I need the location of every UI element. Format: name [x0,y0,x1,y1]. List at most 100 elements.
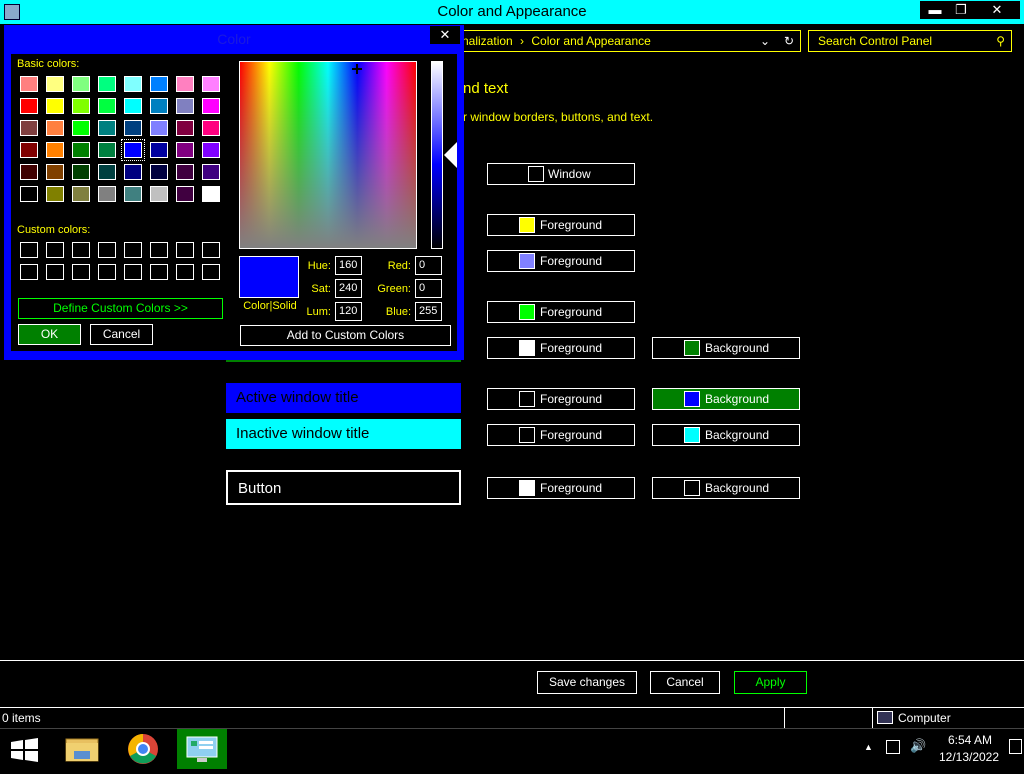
basic-color-swatch[interactable] [202,142,220,158]
clock-date[interactable]: 12/13/2022 [938,750,1000,764]
basic-color-swatch[interactable] [98,98,116,114]
notification-icon[interactable] [1009,739,1022,754]
basic-color-swatch[interactable] [72,142,90,158]
basic-color-swatch[interactable] [20,120,38,136]
basic-color-swatch[interactable] [176,186,194,202]
custom-color-swatch[interactable] [150,264,168,280]
foreground-button-3[interactable]: Foreground [487,301,635,323]
basic-color-swatch[interactable] [150,76,168,92]
basic-color-swatch[interactable] [98,164,116,180]
basic-color-swatch[interactable] [20,98,38,114]
color-spectrum[interactable] [239,61,417,249]
custom-color-swatch[interactable] [202,264,220,280]
active-foreground-button[interactable]: Foreground [487,388,635,410]
basic-color-swatch[interactable] [72,76,90,92]
basic-color-swatch[interactable] [46,76,64,92]
background-button-4[interactable]: Background [652,337,800,359]
custom-color-swatch[interactable] [20,264,38,280]
basic-color-swatch[interactable] [20,76,38,92]
breadcrumb-color-appearance[interactable]: Color and Appearance [531,34,650,48]
basic-color-swatch[interactable] [202,186,220,202]
basic-color-swatch[interactable] [150,120,168,136]
search-icon[interactable]: ⚲ [996,31,1005,51]
inactive-background-button[interactable]: Background [652,424,800,446]
maximize-button[interactable]: ❐ [946,1,976,19]
inactive-window-title-item[interactable]: Inactive window title [226,419,461,449]
basic-color-swatch[interactable] [176,142,194,158]
basic-color-swatch[interactable] [98,186,116,202]
custom-color-swatch[interactable] [150,242,168,258]
button-background-button[interactable]: Background [652,477,800,499]
basic-color-swatch[interactable] [124,98,142,114]
basic-color-swatch[interactable] [202,76,220,92]
tray-expand-icon[interactable]: ▲ [864,742,873,752]
ok-button[interactable]: OK [18,324,81,345]
dialog-cancel-button[interactable]: Cancel [90,324,153,345]
lum-input[interactable]: 120 [335,302,362,321]
basic-color-swatch[interactable] [98,76,116,92]
basic-color-swatch[interactable] [121,139,145,161]
start-button[interactable] [0,729,50,769]
file-explorer-button[interactable] [58,729,108,769]
basic-color-swatch[interactable] [150,98,168,114]
blue-input[interactable]: 255 [415,302,442,321]
custom-color-swatch[interactable] [124,242,142,258]
search-input[interactable]: Search Control Panel ⚲ [808,30,1012,52]
sat-input[interactable]: 240 [335,279,362,298]
basic-color-swatch[interactable] [72,164,90,180]
basic-color-swatch[interactable] [150,142,168,158]
custom-color-swatch[interactable] [176,264,194,280]
volume-icon[interactable]: 🔊 [910,738,926,754]
save-changes-button[interactable]: Save changes [537,671,637,694]
luminosity-slider[interactable] [431,61,443,249]
add-to-custom-colors-button[interactable]: Add to Custom Colors [240,325,451,346]
button-item[interactable]: Button [226,470,461,505]
breadcrumb-personalization[interactable]: nalization [462,34,513,48]
hue-input[interactable]: 160 [335,256,362,275]
basic-color-swatch[interactable] [98,120,116,136]
basic-color-swatch[interactable] [150,164,168,180]
basic-color-swatch[interactable] [98,142,116,158]
cancel-button[interactable]: Cancel [650,671,720,694]
foreground-button-1[interactable]: Foreground [487,214,635,236]
basic-color-swatch[interactable] [202,120,220,136]
basic-color-swatch[interactable] [72,120,90,136]
custom-color-swatch[interactable] [98,264,116,280]
close-button[interactable]: ✕ [974,1,1020,19]
basic-color-swatch[interactable] [46,120,64,136]
custom-color-swatch[interactable] [20,242,38,258]
basic-color-swatch[interactable] [72,186,90,202]
basic-color-swatch[interactable] [46,142,64,158]
control-panel-button[interactable] [177,729,227,769]
basic-color-swatch[interactable] [46,98,64,114]
red-input[interactable]: 0 [415,256,442,275]
basic-color-swatch[interactable] [150,186,168,202]
basic-color-swatch[interactable] [176,98,194,114]
custom-color-swatch[interactable] [72,242,90,258]
custom-color-swatch[interactable] [46,264,64,280]
inactive-foreground-button[interactable]: Foreground [487,424,635,446]
clock-time[interactable]: 6:54 AM [945,733,995,747]
button-foreground-button[interactable]: Foreground [487,477,635,499]
apply-button[interactable]: Apply [734,671,807,694]
chevron-down-icon[interactable]: ⌄ [760,31,770,51]
basic-color-swatch[interactable] [202,164,220,180]
basic-color-swatch[interactable] [46,164,64,180]
foreground-button-2[interactable]: Foreground [487,250,635,272]
custom-color-swatch[interactable] [202,242,220,258]
color-dialog-close-button[interactable]: ✕ [430,26,460,44]
basic-color-swatch[interactable] [124,120,142,136]
basic-color-swatch[interactable] [176,76,194,92]
basic-color-swatch[interactable] [176,120,194,136]
basic-color-swatch[interactable] [202,98,220,114]
basic-color-swatch[interactable] [20,186,38,202]
basic-color-swatch[interactable] [20,142,38,158]
active-background-button[interactable]: Background [652,388,800,410]
basic-color-swatch[interactable] [176,164,194,180]
custom-color-swatch[interactable] [176,242,194,258]
custom-color-swatch[interactable] [46,242,64,258]
custom-color-swatch[interactable] [124,264,142,280]
basic-color-swatch[interactable] [20,164,38,180]
refresh-icon[interactable]: ↻ [784,31,794,51]
basic-color-swatch[interactable] [46,186,64,202]
